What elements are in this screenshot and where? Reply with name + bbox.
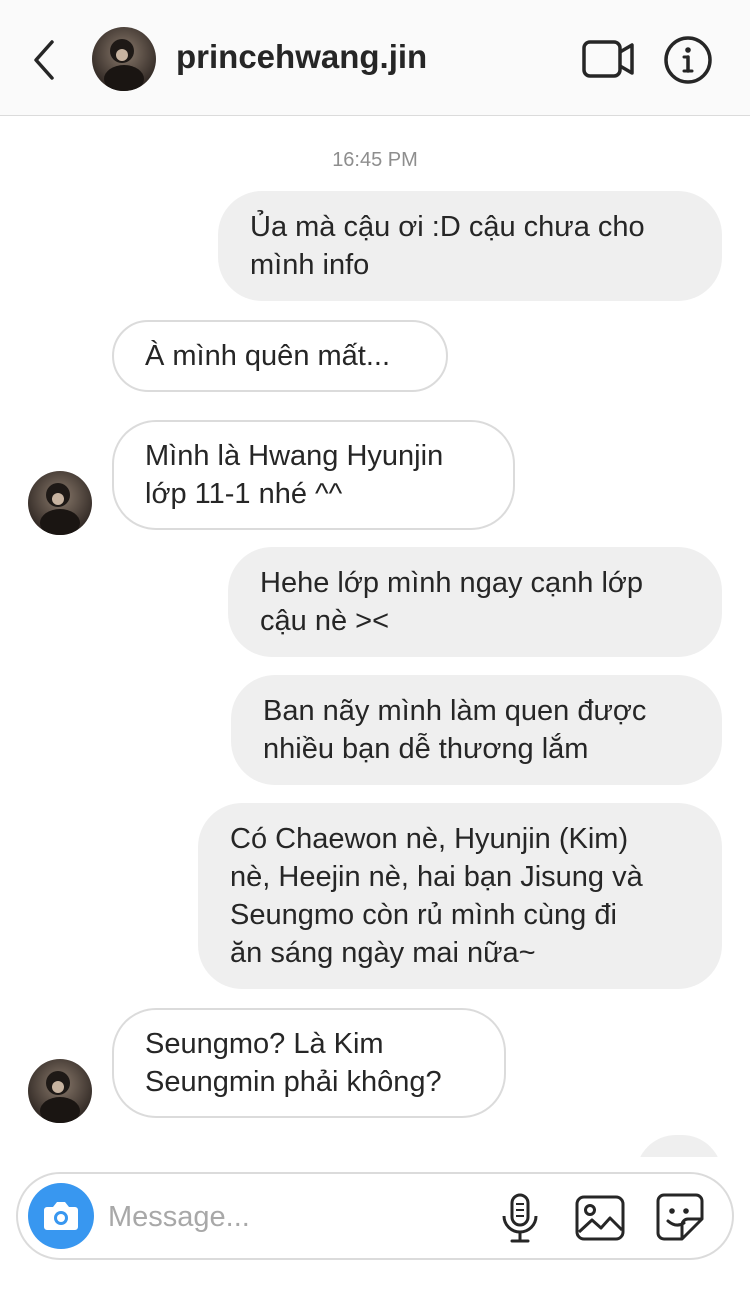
- received-message[interactable]: Mình là Hwang Hyunjin lớp 11-1 nhé ^^: [112, 420, 515, 530]
- microphone-icon: [502, 1193, 538, 1243]
- sticker-button[interactable]: [654, 1191, 706, 1243]
- received-message[interactable]: Seungmo? Là Kim Seungmin phải không?: [112, 1008, 506, 1118]
- camera-button[interactable]: [28, 1183, 94, 1249]
- image-icon: [575, 1195, 625, 1241]
- message-input[interactable]: [108, 1192, 488, 1242]
- sent-message[interactable]: Ủa mà cậu ơi :D cậu chưa cho mình info: [218, 191, 722, 301]
- sent-message-partial[interactable]: [636, 1135, 722, 1157]
- message-line: cậu nè ><: [260, 605, 389, 637]
- message-composer: [16, 1172, 734, 1260]
- sender-avatar[interactable]: [28, 471, 92, 535]
- message-line: Seungmo? Là Kim: [145, 1028, 384, 1060]
- avatar-image: [92, 27, 156, 91]
- message-line: Ủa mà cậu ơi :D cậu chưa cho: [250, 211, 645, 243]
- gallery-button[interactable]: [574, 1192, 626, 1244]
- avatar-image: [28, 1059, 92, 1123]
- sticker-icon: [656, 1193, 704, 1241]
- message-thread[interactable]: 16:45 PM Ủa mà cậu ơi :D cậu chưa cho mì…: [0, 117, 750, 1157]
- video-call-button[interactable]: [580, 36, 636, 84]
- message-line: Seungmo còn rủ mình cùng đi: [230, 899, 617, 931]
- message-line: mình info: [250, 249, 370, 281]
- message-line: nhiều bạn dễ thương lắm: [263, 733, 589, 765]
- voice-message-button[interactable]: [498, 1192, 542, 1244]
- message-line: nè, Heejin nè, hai bạn Jisung và: [230, 861, 643, 893]
- message-line: Seungmin phải không?: [145, 1066, 442, 1098]
- profile-avatar[interactable]: [92, 27, 156, 91]
- avatar-image: [28, 471, 92, 535]
- message-line: Ban nãy mình làm quen được: [263, 695, 647, 727]
- camera-icon: [44, 1202, 78, 1230]
- info-icon: [664, 36, 712, 84]
- message-line: Hehe lớp mình ngay cạnh lớp: [260, 567, 644, 599]
- video-camera-icon: [582, 40, 634, 78]
- message-line: Có Chaewon nè, Hyunjin (Kim): [230, 823, 629, 855]
- sent-message[interactable]: Có Chaewon nè, Hyunjin (Kim) nè, Heejin …: [198, 803, 722, 989]
- chat-username[interactable]: princehwang.jin: [176, 38, 427, 76]
- back-button[interactable]: [26, 36, 66, 84]
- sender-avatar[interactable]: [28, 1059, 92, 1123]
- message-line: Mình là Hwang Hyunjin: [145, 440, 444, 472]
- message-line: lớp 11-1 nhé ^^: [145, 478, 343, 510]
- chat-header: princehwang.jin: [0, 0, 750, 116]
- sent-message[interactable]: Ban nãy mình làm quen được nhiều bạn dễ …: [231, 675, 722, 785]
- message-line: ăn sáng ngày mai nữa~: [230, 937, 536, 969]
- message-line: À mình quên mất...: [145, 340, 391, 372]
- message-timestamp: 16:45 PM: [332, 149, 418, 171]
- sent-message[interactable]: Hehe lớp mình ngay cạnh lớp cậu nè ><: [228, 547, 722, 657]
- received-message[interactable]: À mình quên mất...: [112, 320, 448, 392]
- chevron-left-icon: [34, 40, 54, 80]
- info-button[interactable]: [662, 34, 714, 86]
